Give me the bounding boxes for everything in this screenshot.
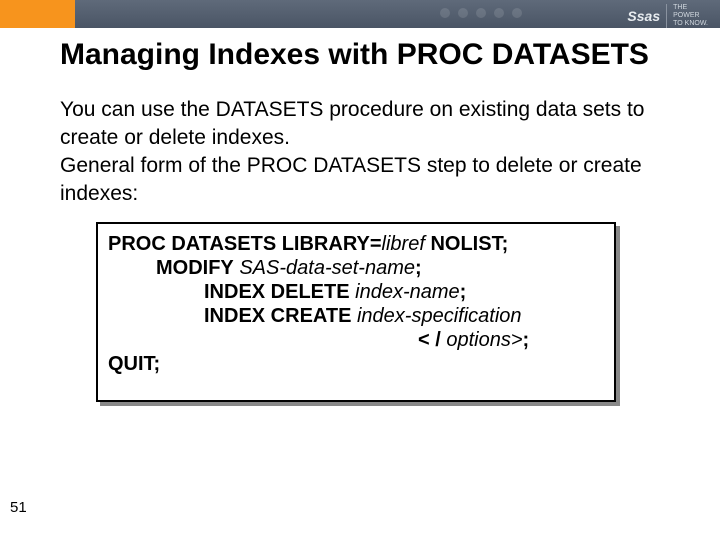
slide-title: Managing Indexes with PROC DATASETS (60, 38, 680, 72)
header-bar: Ssas THE POWER TO KNOW. (0, 0, 720, 28)
code-line-3: INDEX DELETE index-name; (108, 280, 604, 304)
code-line-5: < / options>; (108, 328, 604, 352)
code-box: PROC DATASETS LIBRARY=libref NOLIST; MOD… (96, 222, 616, 402)
code-line-4: INDEX CREATE index-specification (108, 304, 604, 328)
paragraph-2: General form of the PROC DATASETS step t… (60, 152, 680, 208)
sas-logo: Ssas (627, 8, 660, 24)
paragraph-1: You can use the DATASETS procedure on ex… (60, 96, 680, 152)
page-number: 51 (10, 499, 27, 516)
body-text: You can use the DATASETS procedure on ex… (60, 96, 680, 208)
accent-block (0, 0, 75, 28)
code-line-1: PROC DATASETS LIBRARY=libref NOLIST; (108, 232, 604, 256)
tagline: THE POWER TO KNOW. (666, 4, 708, 28)
logo-block: Ssas THE POWER TO KNOW. (627, 4, 708, 28)
slide-content: Managing Indexes with PROC DATASETS You … (60, 38, 680, 72)
code-line-6: QUIT; (108, 352, 604, 376)
decorative-dots (440, 8, 522, 18)
code-line-2: MODIFY SAS-data-set-name; (108, 256, 604, 280)
